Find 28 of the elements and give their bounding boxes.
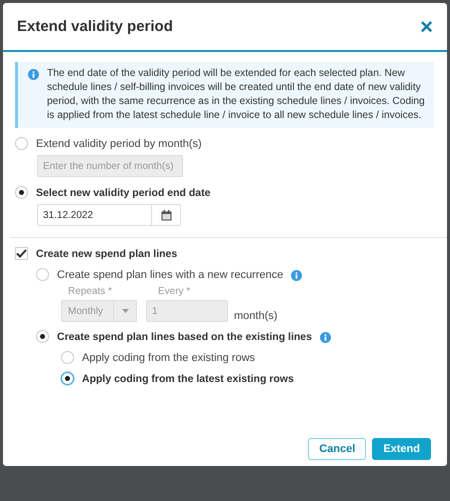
caret-icon [122,309,128,313]
radio-button[interactable] [36,268,49,281]
radio-button[interactable] [15,186,28,199]
radio-button[interactable] [36,330,49,343]
date-field[interactable]: 31.12.2022 [37,204,152,226]
radio-button[interactable] [61,351,74,364]
checkbox[interactable] [15,247,28,260]
checkbox-label: Create new spend plan lines [36,248,178,260]
dialog-title: Extend validity period [17,18,173,35]
field-label: Every * [157,286,192,297]
radio-button[interactable] [61,372,74,385]
repeats-select[interactable]: Monthly [61,300,137,322]
calendar-icon [160,210,172,220]
radio-label: Extend validity period by month(s) [36,138,202,150]
cancel-button[interactable]: Cancel [308,438,366,460]
radio-label: Select new validity period end date [36,186,210,198]
radio-button[interactable] [15,137,28,150]
radio-label: Create spend plan lines based on the existing lines [57,330,312,342]
unit-label: month(s) [234,310,278,322]
radio-label: Apply coding from the existing rows [82,352,256,364]
close-button[interactable]: × [420,16,433,38]
extend-button[interactable]: Extend [372,438,431,460]
info-icon [28,69,39,80]
radio-label: Apply coding from the latest existing rows [82,372,294,384]
info-text: The end date of the validity period will be extended for each selected plan. New schedule lines / self-billing invoices will be created until the end date of new validity period, with the same recurrence as in the existing schedule lines / invoices. Coding is applied from the latest schedule line / invoice to all new schedule lines / invoices. [47,67,426,123]
calendar-button[interactable] [152,204,181,226]
radio-label: Create spend plan lines with a new recurrence [57,268,284,280]
field-label: Repeats * [67,286,113,297]
